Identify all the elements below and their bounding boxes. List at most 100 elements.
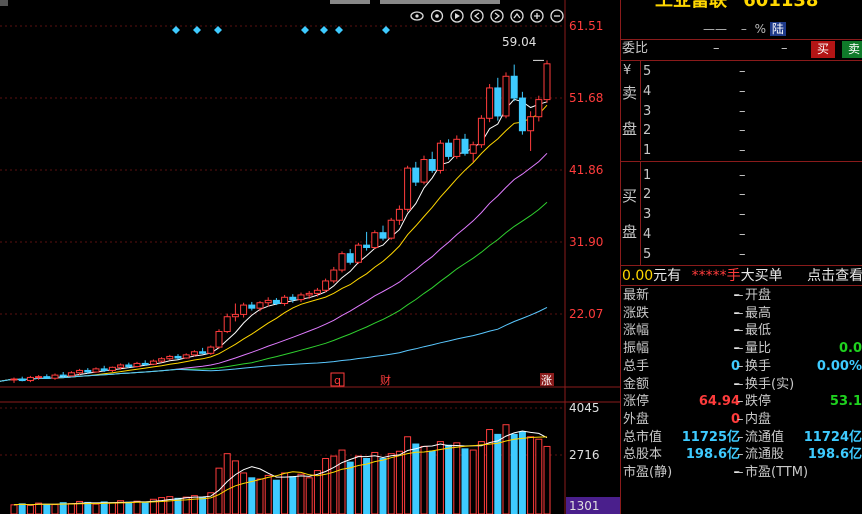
sell-level: 4 bbox=[643, 84, 652, 99]
candle bbox=[486, 84, 494, 123]
event-marker[interactable]: 财 bbox=[380, 373, 391, 387]
info-diamond-icon[interactable] bbox=[301, 26, 309, 34]
event-marker[interactable]: q bbox=[334, 374, 341, 387]
volume-bar bbox=[338, 449, 346, 514]
info-diamond-icon[interactable] bbox=[214, 26, 222, 34]
stat-label: 市盈(静) bbox=[623, 465, 673, 480]
candle bbox=[412, 161, 420, 186]
stat-label: 振幅 bbox=[623, 341, 650, 356]
volume-bar bbox=[67, 503, 75, 514]
toolbar-tab-fragment bbox=[330, 0, 370, 4]
candle bbox=[207, 345, 215, 355]
stat-separator: – bbox=[737, 341, 744, 356]
candle bbox=[26, 375, 34, 383]
stat-value: 0.0 bbox=[838, 341, 862, 356]
sell-button[interactable]: 卖 bbox=[842, 41, 862, 58]
candle bbox=[166, 354, 174, 361]
volume-bar bbox=[518, 431, 526, 514]
zoom-in-icon[interactable] bbox=[530, 9, 544, 23]
volume-bar bbox=[281, 472, 289, 514]
volume-tick-label: 2716 bbox=[569, 448, 600, 462]
up-arrow-icon[interactable] bbox=[510, 9, 524, 23]
stat-label: 涨跌 bbox=[623, 306, 650, 321]
play-icon[interactable] bbox=[450, 9, 464, 23]
volume-bar bbox=[322, 458, 330, 514]
stat-label: 金额 bbox=[623, 377, 650, 392]
big-order-type: 大买单 bbox=[740, 268, 783, 284]
big-order-text: 元有 bbox=[653, 268, 682, 284]
candle bbox=[420, 155, 428, 185]
candle bbox=[133, 361, 141, 368]
candle bbox=[248, 301, 256, 311]
toolbar-tab-fragment bbox=[380, 0, 500, 4]
stat-label: 总市值 bbox=[623, 430, 663, 445]
volume-bar bbox=[141, 502, 149, 514]
stat-label: 流通值 bbox=[745, 430, 785, 445]
buy-button[interactable]: 买 bbox=[811, 41, 835, 58]
event-markers[interactable]: q 财 涨 bbox=[330, 372, 554, 387]
buy-side-label: 买 bbox=[622, 187, 638, 205]
volume-bar bbox=[125, 501, 133, 514]
big-order-row[interactable]: 0.00元有 *****手大买单 点击查看 bbox=[622, 267, 862, 285]
candle bbox=[256, 301, 264, 312]
order-ratio-label: 委比 bbox=[622, 41, 649, 56]
buy-side-label: 盘 bbox=[622, 223, 638, 241]
candle bbox=[338, 251, 346, 273]
candle bbox=[18, 376, 26, 382]
stat-value: 0.00% bbox=[816, 359, 862, 374]
info-diamond-icon[interactable] bbox=[335, 26, 343, 34]
eye-icon[interactable] bbox=[410, 11, 424, 21]
candle bbox=[346, 249, 354, 265]
volume-bar bbox=[527, 436, 535, 514]
market-badge: 陆 bbox=[769, 22, 786, 36]
volume-tick-label: 4045 bbox=[569, 401, 600, 415]
price-tick-label: 51.68 bbox=[569, 91, 603, 105]
volume-bar bbox=[436, 441, 444, 514]
kline-chart[interactable]: 61.51 51.68 41.86 31.90 22.07 4045 2716 … bbox=[0, 0, 620, 514]
volume-bar bbox=[18, 503, 26, 514]
stat-separator: – bbox=[737, 447, 744, 462]
volume-bar bbox=[51, 504, 59, 514]
stat-label: 换手 bbox=[745, 359, 772, 374]
candle bbox=[395, 205, 403, 225]
stat-label: 总股本 bbox=[623, 447, 663, 462]
candle bbox=[108, 366, 116, 372]
info-diamond-icon[interactable] bbox=[172, 26, 180, 34]
stat-separator: – bbox=[737, 430, 744, 445]
order-diff-value: – bbox=[781, 41, 788, 56]
info-diamond-icon[interactable] bbox=[382, 26, 390, 34]
candle bbox=[371, 230, 379, 250]
zoom-out-icon[interactable] bbox=[550, 9, 564, 23]
stat-label: 开盘 bbox=[745, 288, 772, 303]
volume-bar bbox=[412, 443, 420, 514]
volume-bar bbox=[264, 474, 272, 514]
buy-price: – bbox=[739, 168, 746, 183]
left-arrow-icon[interactable] bbox=[470, 9, 484, 23]
volume-bar bbox=[215, 467, 223, 514]
volume-tick-label: 1301 bbox=[569, 499, 600, 513]
change-dash: – bbox=[740, 22, 747, 36]
candle bbox=[51, 373, 59, 380]
change-value: —— bbox=[703, 22, 727, 36]
volume-bar bbox=[453, 442, 461, 514]
settings-icon[interactable] bbox=[430, 9, 444, 23]
volume-bar bbox=[108, 502, 116, 514]
candle bbox=[379, 225, 387, 241]
candle bbox=[354, 242, 362, 264]
stat-value: 198.6亿 bbox=[807, 447, 862, 462]
stat-label: 涨幅 bbox=[623, 323, 650, 338]
stat-separator: – bbox=[737, 377, 744, 392]
stat-separator: – bbox=[737, 359, 744, 374]
candle bbox=[322, 278, 330, 293]
candle bbox=[535, 95, 543, 122]
sell-side-label: 卖 bbox=[622, 84, 638, 102]
big-order-view-link[interactable]: 点击查看 bbox=[807, 268, 862, 284]
info-diamond-icon[interactable] bbox=[193, 26, 201, 34]
info-diamond-icon[interactable] bbox=[320, 26, 328, 34]
change-row: —— – % 陆 bbox=[703, 20, 786, 38]
candle bbox=[543, 60, 551, 103]
info-markers[interactable] bbox=[172, 26, 390, 34]
event-marker[interactable]: 涨 bbox=[541, 374, 552, 387]
right-arrow-icon[interactable] bbox=[490, 9, 504, 23]
stat-label: 内盘 bbox=[745, 412, 772, 427]
